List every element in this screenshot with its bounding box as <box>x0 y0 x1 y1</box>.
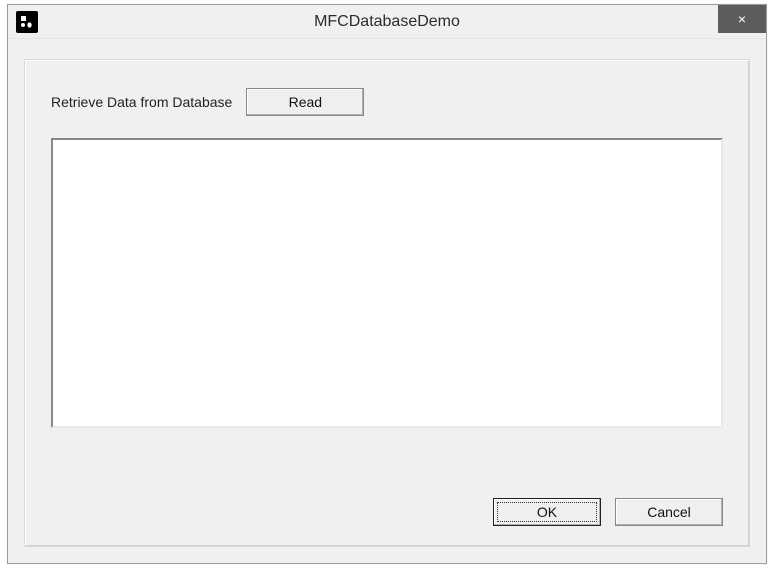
retrieve-row: Retrieve Data from Database Read <box>51 88 723 116</box>
cancel-button[interactable]: Cancel <box>615 498 723 526</box>
read-button[interactable]: Read <box>246 88 364 116</box>
app-icon <box>16 11 38 33</box>
dialog-window: MFCDatabaseDemo × Retrieve Data from Dat… <box>7 4 767 564</box>
close-icon: × <box>738 11 746 27</box>
ok-button[interactable]: OK <box>493 498 601 526</box>
titlebar[interactable]: MFCDatabaseDemo × <box>8 5 766 39</box>
retrieve-label: Retrieve Data from Database <box>51 94 232 110</box>
results-listbox[interactable] <box>51 138 723 428</box>
window-title: MFCDatabaseDemo <box>8 13 766 31</box>
dialog-footer: OK Cancel <box>493 498 723 526</box>
close-button[interactable]: × <box>718 5 766 33</box>
client-area: Retrieve Data from Database Read OK Canc… <box>24 59 750 547</box>
